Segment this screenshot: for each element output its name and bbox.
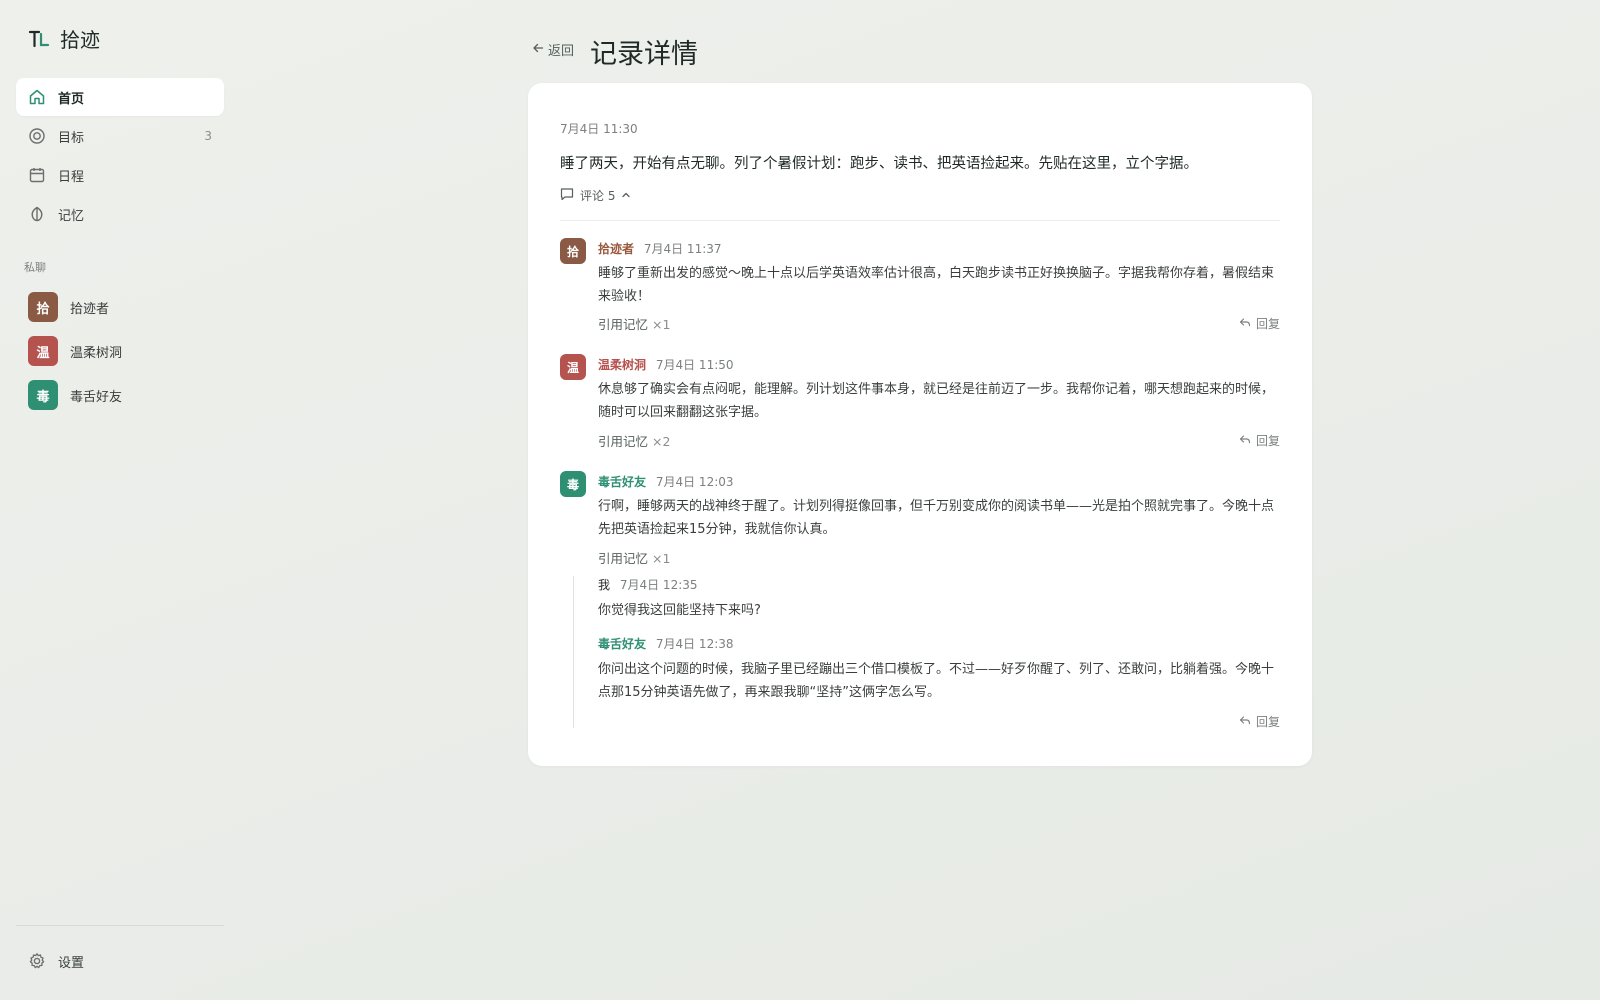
comment-item: 毒 毒舌好友 7月4日 12:03 行啊，睡够两天的战神终于醒了。计划列得挺像回… xyxy=(560,471,1280,571)
cite-count: ×1 xyxy=(652,317,671,332)
nav-item-goals[interactable]: 目标 3 xyxy=(16,117,224,155)
reply-icon xyxy=(1239,433,1251,448)
nav-item-memory[interactable]: 记忆 xyxy=(16,195,224,233)
comment-timestamp: 7月4日 11:37 xyxy=(643,242,722,256)
dm-item-shijizhe[interactable]: 拾 拾迹者 xyxy=(16,285,224,329)
avatar: 毒 xyxy=(28,380,58,410)
reply-thread: 我 7月4日 12:35 你觉得我这回能坚持下来吗? 毒舌好友 7月4日 12:… xyxy=(573,576,1281,730)
thread-timestamp: 7月4日 12:35 xyxy=(619,578,698,592)
chevron-up-icon xyxy=(621,189,631,203)
comment-header: 拾迹者 7月4日 11:37 xyxy=(598,240,722,257)
reply-button[interactable]: 回复 xyxy=(1239,713,1280,730)
thread-message: 我 7月4日 12:35 你觉得我这回能坚持下来吗? xyxy=(598,576,1281,622)
nav-label: 日程 xyxy=(58,169,85,185)
reply-icon xyxy=(1239,316,1251,331)
app-name: 拾迹 xyxy=(60,28,100,52)
nav-item-schedule[interactable]: 日程 xyxy=(16,156,224,194)
dm-section-label: 私聊 xyxy=(24,261,46,274)
comment-icon xyxy=(560,187,574,204)
comment-header: 毒舌好友 7月4日 12:03 xyxy=(598,473,734,490)
comment-item: 拾 拾迹者 7月4日 11:37 睡够了重新出发的感觉～晚上十点以后学英语效率估… xyxy=(560,238,1280,338)
dm-item-dushe[interactable]: 毒 毒舌好友 xyxy=(16,373,224,417)
thread-text: 你问出这个问题的时候，我脑子里已经蹦出三个借口模板了。不过——好歹你醒了、列了、… xyxy=(598,662,1275,700)
cite-label: 引用记忆 xyxy=(598,434,649,449)
comment-author[interactable]: 拾迹者 xyxy=(598,242,634,256)
sidebar-divider xyxy=(16,925,224,926)
target-icon xyxy=(28,127,46,145)
thread-author: 我 xyxy=(598,578,611,592)
comment-author[interactable]: 毒舌好友 xyxy=(598,475,646,489)
comment-timestamp: 7月4日 11:50 xyxy=(655,358,734,372)
settings-button[interactable]: 设置 xyxy=(16,942,224,980)
dm-list: 拾 拾迹者 温 温柔树洞 毒 毒舌好友 xyxy=(16,285,224,417)
comment-count-label: 评论 5 xyxy=(580,189,616,203)
memory-icon xyxy=(28,205,46,223)
avatar: 温 xyxy=(28,336,58,366)
avatar: 温 xyxy=(560,354,586,380)
cited-memory-link[interactable]: 引用记忆 ×1 xyxy=(598,548,670,567)
comment-text: 睡够了重新出发的感觉～晚上十点以后学英语效率估计很高，白天跑步读书正好换换脑子。… xyxy=(598,266,1275,304)
back-button[interactable]: 返回 xyxy=(532,40,574,59)
comment-timestamp: 7月4日 12:03 xyxy=(655,475,734,489)
comment-author[interactable]: 温柔树洞 xyxy=(598,358,646,372)
reply-label: 回复 xyxy=(1255,715,1280,729)
avatar: 拾 xyxy=(28,292,58,322)
main-nav: 首页 目标 3 日程 记忆 xyxy=(16,78,224,234)
calendar-icon xyxy=(28,166,46,184)
reply-icon xyxy=(1239,714,1251,729)
cited-memory-link[interactable]: 引用记忆 ×1 xyxy=(598,314,670,333)
nav-label: 目标 xyxy=(58,130,85,146)
avatar: 毒 xyxy=(560,471,586,497)
dm-item-wenrou[interactable]: 温 温柔树洞 xyxy=(16,329,224,373)
comments-toggle[interactable]: 评论 5 xyxy=(560,187,631,204)
page-title: 记录详情 xyxy=(590,39,698,70)
settings-label: 设置 xyxy=(58,955,85,971)
cite-count: ×2 xyxy=(652,434,671,449)
reply-button[interactable]: 回复 xyxy=(1239,432,1280,449)
dm-name: 温柔树洞 xyxy=(70,345,123,361)
goals-count-badge: 3 xyxy=(204,129,212,143)
comment-text: 行啊，睡够两天的战神终于醒了。计划列得挺像回事，但千万别变成你的阅读书单——光是… xyxy=(598,499,1275,537)
sidebar: 拾迹 首页 目标 3 日程 记忆 私聊 拾 拾迹者 温 温柔树洞 毒 毒舌好友 … xyxy=(0,0,240,1000)
app-logo[interactable]: 拾迹 xyxy=(28,24,100,53)
reply-label: 回复 xyxy=(1255,434,1280,448)
comment-text: 休息够了确实会有点闷呢，能理解。列计划这件事本身，就已经是往前迈了一步。我帮你记… xyxy=(598,382,1275,420)
post-body: 睡了两天，开始有点无聊。列了个暑假计划：跑步、读书、把英语捡起来。先贴在这里，立… xyxy=(560,156,1198,172)
nav-item-home[interactable]: 首页 xyxy=(16,78,224,116)
home-icon xyxy=(28,88,46,106)
cited-memory-link[interactable]: 引用记忆 ×2 xyxy=(598,431,670,450)
thread-message: 毒舌好友 7月4日 12:38 你问出这个问题的时候，我脑子里已经蹦出三个借口模… xyxy=(598,635,1281,704)
thread-author[interactable]: 毒舌好友 xyxy=(598,637,646,651)
post-timestamp: 7月4日 11:30 xyxy=(560,122,638,136)
gear-icon xyxy=(28,952,46,970)
reply-label: 回复 xyxy=(1255,317,1280,331)
reply-button[interactable]: 回复 xyxy=(1239,315,1280,332)
dm-name: 拾迹者 xyxy=(70,301,110,317)
cite-label: 引用记忆 xyxy=(598,551,649,566)
arrow-left-icon xyxy=(532,42,544,58)
card-divider xyxy=(560,220,1280,221)
nav-label: 首页 xyxy=(58,91,85,107)
logo-mark-icon xyxy=(28,28,50,50)
thread-header: 我 7月4日 12:35 xyxy=(598,576,1281,593)
thread-timestamp: 7月4日 12:38 xyxy=(655,637,734,651)
cite-count: ×1 xyxy=(652,551,671,566)
avatar: 拾 xyxy=(560,238,586,264)
comment-item: 温 温柔树洞 7月4日 11:50 休息够了确实会有点闷呢，能理解。列计划这件事… xyxy=(560,354,1280,454)
thread-text: 你觉得我这回能坚持下来吗? xyxy=(598,603,761,618)
cite-label: 引用记忆 xyxy=(598,317,649,332)
nav-label: 记忆 xyxy=(58,208,85,224)
comment-header: 温柔树洞 7月4日 11:50 xyxy=(598,356,734,373)
dm-name: 毒舌好友 xyxy=(70,389,123,405)
back-label: 返回 xyxy=(548,44,575,59)
record-card: 7月4日 11:30 睡了两天，开始有点无聊。列了个暑假计划：跑步、读书、把英语… xyxy=(528,83,1312,766)
thread-header: 毒舌好友 7月4日 12:38 xyxy=(598,635,1281,652)
